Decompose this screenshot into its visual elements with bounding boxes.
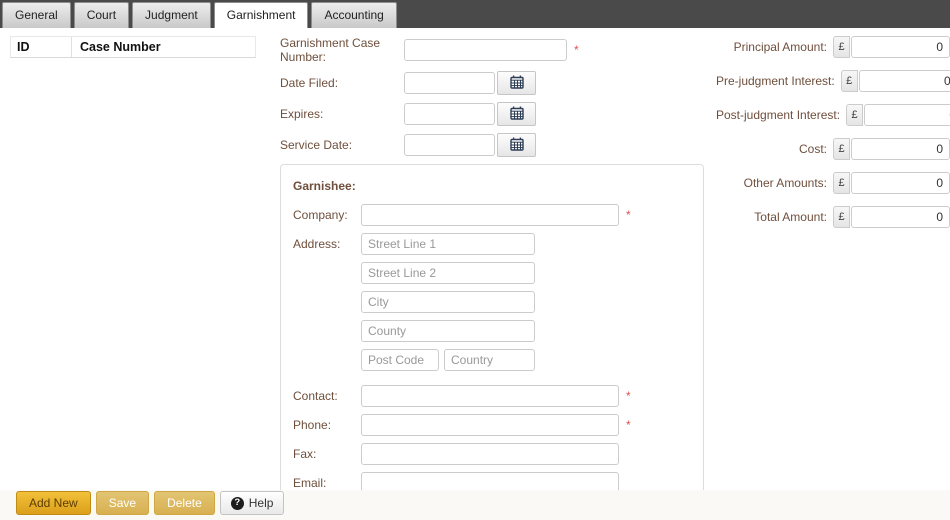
date-filed-label: Date Filed: — [280, 76, 404, 90]
country-input[interactable] — [444, 349, 535, 371]
principal-amount-label: Principal Amount: — [716, 40, 827, 54]
help-icon: ? — [231, 497, 244, 510]
company-label: Company: — [291, 204, 361, 226]
pre-judgment-interest-input[interactable] — [859, 70, 950, 92]
tab-accounting[interactable]: Accounting — [311, 2, 396, 28]
cost-label: Cost: — [716, 142, 827, 156]
service-date-calendar-button[interactable] — [497, 133, 536, 157]
service-date-input[interactable] — [404, 134, 495, 156]
street-line-2-input[interactable] — [361, 262, 535, 284]
garnishment-case-list: ID Case Number — [10, 36, 256, 58]
help-button-label: Help — [249, 496, 274, 510]
garnishment-form: Garnishment Case Number: * Date Filed: — [280, 36, 708, 511]
case-list-header: ID Case Number — [10, 36, 256, 58]
garnishment-case-number-input[interactable] — [404, 39, 567, 61]
footer-bar: Add New Save Delete ? Help — [0, 490, 950, 520]
required-marker: * — [574, 39, 579, 61]
help-button[interactable]: ? Help — [220, 491, 285, 515]
phone-input[interactable] — [361, 414, 619, 436]
expires-input[interactable] — [404, 103, 495, 125]
save-button[interactable]: Save — [96, 491, 149, 515]
expires-calendar-button[interactable] — [497, 102, 536, 126]
column-header-case-number[interactable]: Case Number — [72, 37, 255, 57]
add-new-button[interactable]: Add New — [16, 491, 91, 515]
garnishment-case-number-label: Garnishment Case Number: — [280, 36, 404, 64]
phone-label: Phone: — [291, 414, 361, 436]
total-amount-input[interactable] — [851, 206, 950, 228]
contact-label: Contact: — [291, 385, 361, 407]
address-fields — [361, 233, 535, 378]
tab-court[interactable]: Court — [74, 2, 129, 28]
service-date-label: Service Date: — [280, 138, 404, 152]
tab-general[interactable]: General — [2, 2, 71, 28]
required-marker: * — [626, 385, 631, 407]
expires-label: Expires: — [280, 107, 404, 121]
address-label: Address: — [291, 233, 361, 378]
other-amounts-input[interactable] — [851, 172, 950, 194]
tab-garnishment[interactable]: Garnishment — [214, 2, 309, 28]
currency-symbol: £ — [833, 172, 850, 194]
calendar-icon — [510, 75, 524, 92]
street-line-1-input[interactable] — [361, 233, 535, 255]
fax-label: Fax: — [291, 443, 361, 465]
total-amount-label: Total Amount: — [716, 210, 827, 224]
currency-symbol: £ — [833, 138, 850, 160]
other-amounts-label: Other Amounts: — [716, 176, 827, 190]
principal-amount-input[interactable] — [851, 36, 950, 58]
currency-symbol: £ — [846, 104, 863, 126]
post-judgment-interest-input[interactable] — [864, 104, 950, 126]
date-filed-input[interactable] — [404, 72, 495, 94]
post-code-input[interactable] — [361, 349, 439, 371]
county-input[interactable] — [361, 320, 535, 342]
pre-judgment-interest-label: Pre-judgment Interest: — [716, 74, 835, 88]
calendar-icon — [510, 106, 524, 123]
date-filed-calendar-button[interactable] — [497, 71, 536, 95]
garnishee-section: Garnishee: Company: * Address: Contact: — [280, 164, 704, 511]
contact-input[interactable] — [361, 385, 619, 407]
delete-button[interactable]: Delete — [154, 491, 215, 515]
currency-symbol: £ — [833, 36, 850, 58]
fax-input[interactable] — [361, 443, 619, 465]
amounts-panel: Principal Amount: £ Pre-judgment Interes… — [716, 36, 950, 240]
required-marker: * — [626, 414, 631, 436]
tab-judgment[interactable]: Judgment — [132, 2, 211, 28]
required-marker: * — [626, 204, 631, 226]
calendar-icon — [510, 137, 524, 154]
currency-symbol: £ — [833, 206, 850, 228]
column-header-id[interactable]: ID — [11, 37, 72, 57]
currency-symbol: £ — [841, 70, 858, 92]
post-judgment-interest-label: Post-judgment Interest: — [716, 108, 840, 122]
city-input[interactable] — [361, 291, 535, 313]
cost-input[interactable] — [851, 138, 950, 160]
company-input[interactable] — [361, 204, 619, 226]
garnishee-heading: Garnishee: — [293, 179, 693, 193]
tab-bar: General Court Judgment Garnishment Accou… — [0, 0, 950, 28]
